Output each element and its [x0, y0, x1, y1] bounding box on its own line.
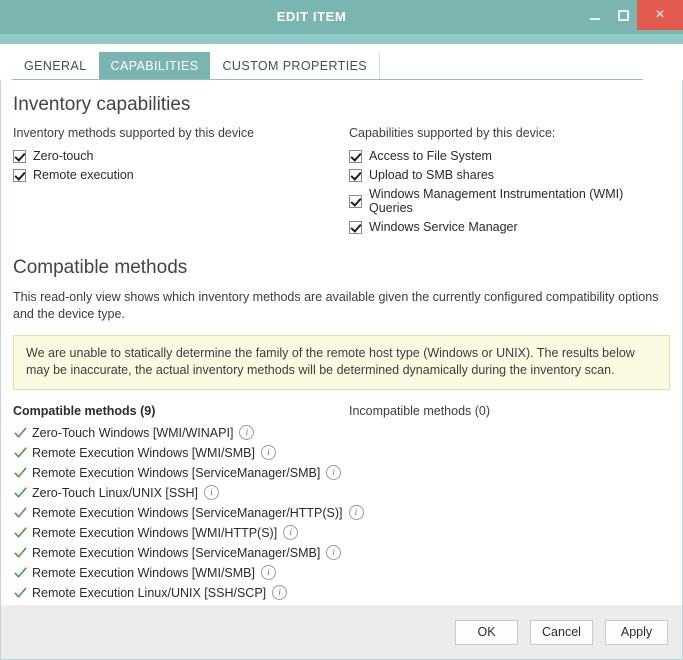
method-label: Remote Execution Windows [ServiceManager…	[32, 546, 320, 560]
checkbox-row-file-system[interactable]: Access to File System	[349, 149, 670, 163]
inventory-methods-label: Inventory methods supported by this devi…	[13, 126, 349, 140]
check-icon	[13, 485, 28, 500]
tab-general[interactable]: GENERAL	[12, 52, 99, 80]
checkbox-label-smb-shares: Upload to SMB shares	[369, 168, 494, 182]
info-icon[interactable]: i	[204, 485, 219, 500]
check-icon	[13, 445, 28, 460]
method-label: Remote Execution Windows [ServiceManager…	[32, 466, 320, 480]
capabilities-columns: Inventory methods supported by this devi…	[13, 126, 670, 239]
title-bar: EDIT ITEM ×	[0, 0, 683, 34]
checkbox-label-file-system: Access to File System	[369, 149, 492, 163]
incompatible-methods-column: Incompatible methods (0)	[349, 404, 670, 605]
tab-custom-properties[interactable]: CUSTOM PROPERTIES	[210, 52, 380, 80]
checkbox-remote-execution[interactable]	[13, 169, 26, 182]
apply-button[interactable]: Apply	[605, 620, 668, 645]
dialog-content: Inventory capabilities Inventory methods…	[0, 80, 683, 605]
checkbox-service-manager[interactable]	[349, 221, 362, 234]
method-item: Remote Execution Windows [WMI/SMB] i	[13, 445, 349, 460]
minimize-icon	[590, 18, 600, 20]
method-label: Remote Execution Windows [WMI/HTTP(S)]	[32, 526, 277, 540]
method-item: Remote Execution Windows [WMI/HTTP(S)] i	[13, 525, 349, 540]
info-icon[interactable]: i	[326, 465, 341, 480]
checkbox-label-zero-touch: Zero-touch	[33, 149, 93, 163]
method-item: Remote Execution Windows [ServiceManager…	[13, 545, 349, 560]
warning-banner: We are unable to statically determine th…	[13, 335, 670, 390]
info-icon[interactable]: i	[272, 585, 287, 600]
compatible-methods-heading: Compatible methods	[13, 257, 670, 279]
method-item: Remote Execution Windows [ServiceManager…	[13, 465, 349, 480]
device-capabilities-label: Capabilities supported by this device:	[349, 126, 670, 140]
tab-capabilities[interactable]: CAPABILITIES	[99, 52, 211, 80]
check-icon	[13, 585, 28, 600]
check-icon	[13, 465, 28, 480]
checkbox-row-smb-shares[interactable]: Upload to SMB shares	[349, 168, 670, 182]
checkbox-row-wmi-queries[interactable]: Windows Management Instrumentation (WMI)…	[349, 187, 670, 215]
compatible-methods-description: This read-only view shows which inventor…	[13, 289, 670, 323]
checkbox-row-zero-touch[interactable]: Zero-touch	[13, 149, 349, 163]
info-icon[interactable]: i	[239, 425, 254, 440]
info-icon[interactable]: i	[326, 545, 341, 560]
checkbox-label-service-manager: Windows Service Manager	[369, 220, 518, 234]
checkbox-label-wmi-queries: Windows Management Instrumentation (WMI)…	[369, 187, 670, 215]
checkbox-wmi-queries[interactable]	[349, 195, 362, 208]
method-item: Zero-Touch Windows [WMI/WINAPI] i	[13, 425, 349, 440]
method-label: Remote Execution Windows [WMI/SMB]	[32, 446, 255, 460]
method-label: Remote Execution Windows [ServiceManager…	[32, 506, 343, 520]
incompatible-methods-count-header: Incompatible methods (0)	[349, 404, 670, 418]
checkbox-row-service-manager[interactable]: Windows Service Manager	[349, 220, 670, 234]
method-item: Remote Execution Windows [ServiceManager…	[13, 505, 349, 520]
check-icon	[13, 505, 28, 520]
window-controls: ×	[581, 0, 683, 34]
checkbox-zero-touch[interactable]	[13, 150, 26, 163]
check-icon	[13, 525, 28, 540]
compatible-methods-column: Compatible methods (9) Zero-Touch Window…	[13, 404, 349, 605]
method-label: Zero-Touch Linux/UNIX [SSH]	[32, 486, 198, 500]
checkbox-smb-shares[interactable]	[349, 169, 362, 182]
compatible-methods-list: Zero-Touch Windows [WMI/WINAPI]iRemote E…	[13, 425, 349, 600]
checkbox-file-system[interactable]	[349, 150, 362, 163]
method-label: Remote Execution Windows [WMI/SMB]	[32, 566, 255, 580]
method-item: Remote Execution Windows [WMI/SMB] i	[13, 565, 349, 580]
compatible-methods-count-header: Compatible methods (9)	[13, 404, 349, 418]
info-icon[interactable]: i	[261, 445, 276, 460]
checkbox-row-remote-execution[interactable]: Remote execution	[13, 168, 349, 182]
cancel-button[interactable]: Cancel	[530, 620, 593, 645]
close-button[interactable]: ×	[637, 0, 683, 30]
method-label: Remote Execution Linux/UNIX [SSH/SCP]	[32, 586, 266, 600]
tab-bar: GENERAL CAPABILITIES CUSTOM PROPERTIES	[0, 44, 683, 80]
check-icon	[13, 425, 28, 440]
check-icon	[13, 565, 28, 580]
minimize-button[interactable]	[581, 0, 609, 30]
method-label: Zero-Touch Windows [WMI/WINAPI]	[32, 426, 233, 440]
title-accent-strip	[0, 34, 683, 44]
method-item: Zero-Touch Linux/UNIX [SSH] i	[13, 485, 349, 500]
device-capabilities-column: Capabilities supported by this device: A…	[349, 126, 670, 239]
check-icon	[13, 545, 28, 560]
maximize-icon	[618, 10, 629, 21]
ok-button[interactable]: OK	[455, 620, 518, 645]
methods-lists: Compatible methods (9) Zero-Touch Window…	[13, 404, 670, 605]
edit-item-dialog: EDIT ITEM × GENERAL CAPABILITIES CUSTOM …	[0, 0, 683, 640]
info-icon[interactable]: i	[283, 525, 298, 540]
checkbox-label-remote-execution: Remote execution	[33, 168, 134, 182]
info-icon[interactable]: i	[261, 565, 276, 580]
inventory-capabilities-heading: Inventory capabilities	[13, 94, 670, 116]
method-item: Remote Execution Linux/UNIX [SSH/SCP] i	[13, 585, 349, 600]
dialog-footer: OK Cancel Apply	[0, 605, 683, 660]
maximize-button[interactable]	[609, 0, 637, 30]
inventory-methods-column: Inventory methods supported by this devi…	[13, 126, 349, 239]
